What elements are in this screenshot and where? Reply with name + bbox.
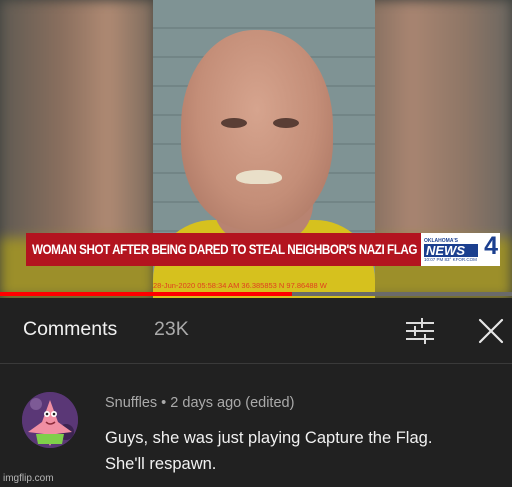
comments-count: 23K: [154, 318, 189, 340]
comment-author[interactable]: Snuffles: [105, 395, 157, 411]
headline-banner: WOMAN SHOT AFTER BEING DARED TO STEAL NE…: [26, 233, 421, 266]
avatar[interactable]: [22, 392, 78, 448]
timestamp-ticker: 28-Jun-2020 05:58:34 AM 36.385853 N 97.8…: [153, 281, 327, 290]
sort-filter-icon[interactable]: [405, 318, 435, 344]
news-channel-logo: OKLAHOMA'S NEWS 10:07 PM 83° KFOR.COM 4: [421, 233, 500, 266]
video-progress-fill: [0, 292, 292, 296]
comments-title: Comments: [23, 318, 118, 340]
comment-item: Snuffles • 2 days ago (edited) Guys, she…: [0, 364, 512, 487]
video-progress-bar[interactable]: [0, 292, 512, 296]
comment-text: Guys, she was just playing Capture the F…: [105, 425, 432, 477]
news-lower-third: WOMAN SHOT AFTER BEING DARED TO STEAL NE…: [26, 233, 500, 266]
headline-text: WOMAN SHOT AFTER BEING DARED TO STEAL NE…: [32, 242, 417, 257]
watermark: imgflip.com: [3, 473, 54, 484]
comment-meta: Snuffles • 2 days ago (edited): [105, 395, 294, 411]
comment-time: 2 days ago (edited): [170, 395, 295, 411]
video-player[interactable]: WOMAN SHOT AFTER BEING DARED TO STEAL NE…: [0, 0, 512, 298]
comment-line: She'll respawn.: [105, 455, 217, 473]
comment-line: Guys, she was just playing Capture the F…: [105, 429, 433, 447]
mugshot-face: [181, 30, 333, 230]
comments-header: Comments 23K: [0, 298, 512, 364]
close-icon[interactable]: [476, 316, 506, 346]
meta-separator: •: [161, 395, 167, 411]
